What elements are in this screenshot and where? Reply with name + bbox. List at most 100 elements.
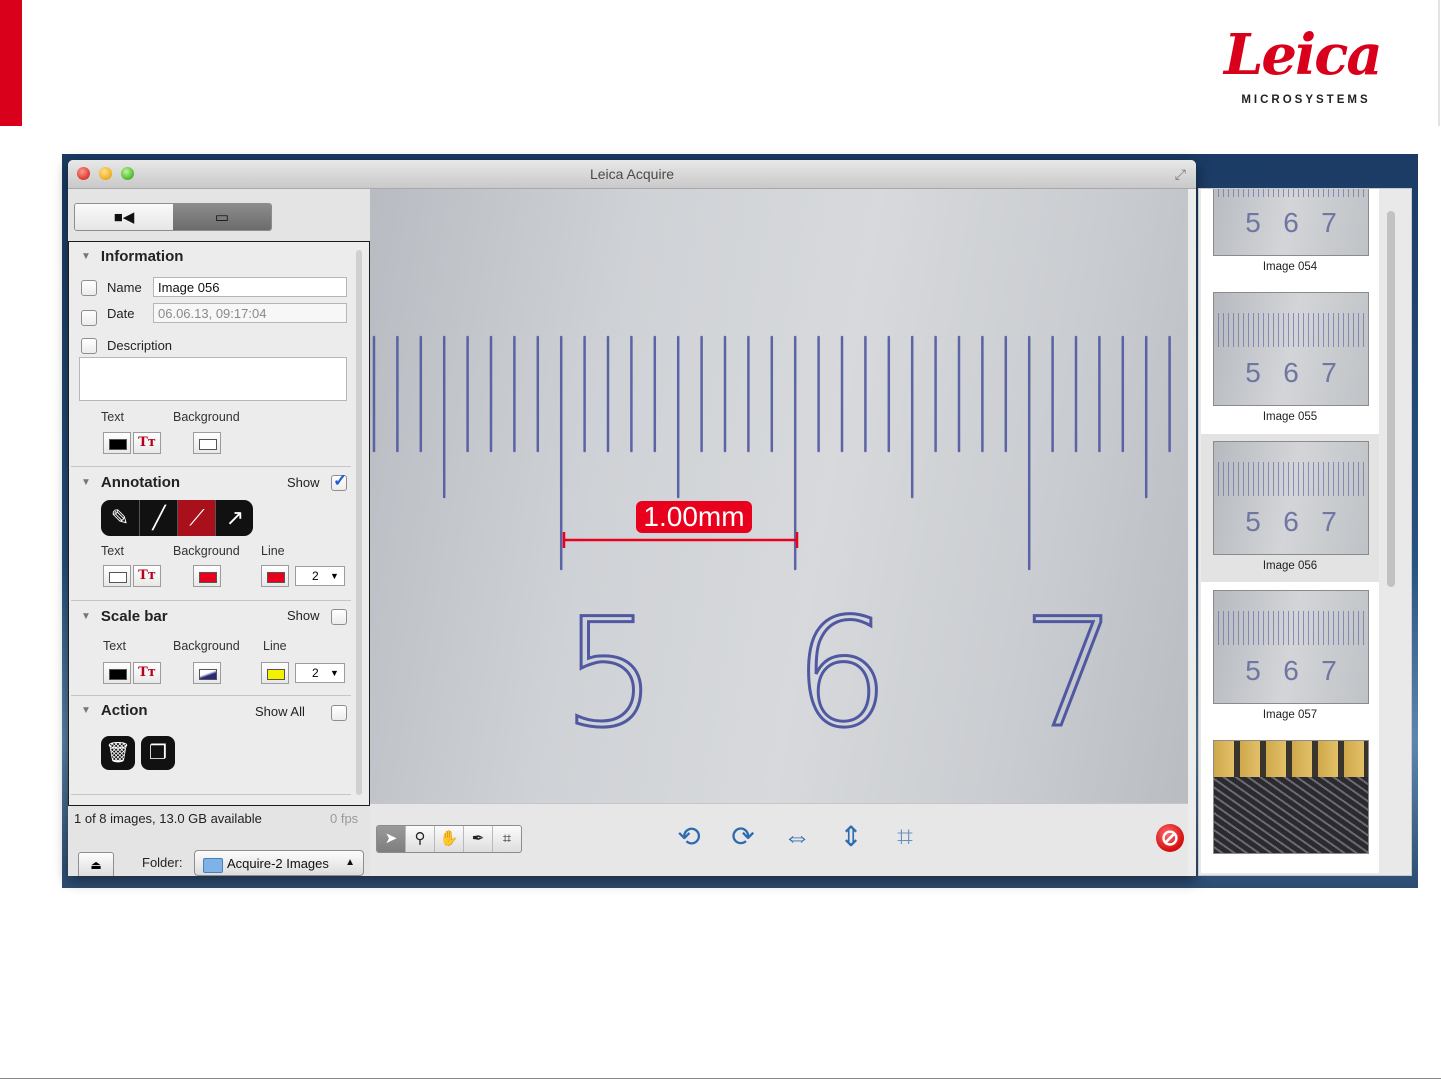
thumbnail-caption: Image 054 [1262,261,1318,273]
title-bar[interactable]: Leica Acquire ⤢ [68,160,1196,189]
view-toolbar: ➤ ⚲ ✋ ✒ ⌗ ⟲ ⟳ ⇔ ⇕ ⌗ ⊘ [370,803,1188,876]
magnifier-icon[interactable]: ⚲ [406,826,435,852]
annotation-background-color[interactable] [193,565,221,587]
description-label: Description [107,338,173,353]
flip-horizontal-icon[interactable]: ⇔ [778,820,816,854]
annotation-text-color[interactable] [103,565,131,587]
inspector-scrollbar[interactable] [356,250,362,795]
divider [71,695,351,696]
info-background-color[interactable] [193,432,221,454]
scale-line-width[interactable]: 2 ▼ [295,663,345,683]
show-all-checkbox[interactable] [331,705,347,721]
disclosure-triangle-icon[interactable]: ▼ [81,251,91,262]
arrow-pointer-icon[interactable]: ➤ [377,826,406,852]
scale-background-color[interactable] [193,662,221,684]
arrow-icon[interactable]: ↗ [215,500,253,536]
thumbnail-item-selected[interactable]: 567 Image 056 [1201,434,1379,582]
scale-bar-show-checkbox[interactable] [331,609,347,625]
annotation-show-checkbox[interactable] [331,471,347,491]
info-background-label: Background [173,410,240,424]
annotation-line-width[interactable]: 2 ▼ [295,566,345,586]
disclosure-triangle-icon[interactable]: ▼ [81,705,91,716]
line-icon[interactable]: ╱ [139,500,178,536]
fps-status: 0 fps [330,811,359,826]
scale-bar-header[interactable]: ▼ Scale bar [81,608,168,625]
description-field[interactable] [79,357,347,401]
ruler-image: 5 6 7 [372,335,1171,763]
fullscreen-arrows-icon[interactable]: ⤢ [1175,166,1186,183]
hand-icon[interactable]: ✋ [435,826,464,852]
annotation-line-color[interactable] [261,565,289,587]
info-text-label: Text [101,410,124,424]
annotation-show-label: Show [287,475,320,490]
trash-icon[interactable]: 🗑 [101,736,135,770]
video-camera-icon[interactable]: ■◀ [75,204,173,230]
divider [71,600,351,601]
thumbnail-image [1213,740,1369,854]
information-title: Information [100,248,184,265]
scale-text-color[interactable] [103,662,131,684]
thumbnail-number: 5 [1245,207,1261,238]
info-text-color[interactable] [103,432,131,454]
name-label: Name [107,280,142,295]
ruler-number-6: 6 [794,587,889,761]
thumbnail-image: 567 [1213,292,1369,406]
thumbnail-item[interactable]: 567 Image 055 [1201,285,1379,433]
crop-image-icon[interactable]: ⌗ [886,820,924,854]
measurement-label[interactable]: 1.00mm [636,501,752,533]
folder-select[interactable]: Acquire-2 Images ▲ [194,850,364,876]
image-viewer[interactable]: 5 6 7 1.00mm [370,189,1188,803]
capture-mode-switch[interactable]: ■◀ ▭ [74,203,272,231]
thumbnail-number: 6 [1283,207,1299,238]
annotation-header[interactable]: ▼ Annotation [81,474,180,491]
annotation-font-button[interactable]: Tт [133,565,161,587]
scale-line-color[interactable] [261,662,289,684]
action-header[interactable]: ▼ Action [81,702,148,719]
thumbnail-item[interactable]: 567 Image 054 [1201,189,1379,283]
scale-bar-title: Scale bar [100,608,168,625]
divider [71,794,351,795]
information-header[interactable]: ▼ Information [81,248,183,265]
disclosure-triangle-icon[interactable]: ▼ [81,477,91,488]
leica-logo: Leica MICROSYSTEMS [1224,20,1383,115]
divider [71,466,351,467]
ruler-number-5: 5 [562,587,657,761]
rotate-left-icon[interactable]: ⟲ [670,820,708,854]
name-field[interactable]: Image 056 [153,277,347,297]
scale-font-button[interactable]: Tт [133,662,161,684]
flip-vertical-icon[interactable]: ⇕ [832,820,870,854]
description-checkbox[interactable] [81,338,97,354]
measurement-line[interactable] [562,532,799,548]
window-title: Leica Acquire [589,166,675,182]
scale-line-label: Line [263,639,287,653]
folder-label: Folder: [142,855,183,870]
eyedropper-icon[interactable]: ✒ [464,826,493,852]
rotate-right-icon[interactable]: ⟳ [724,820,762,854]
info-font-button[interactable]: Tт [133,432,161,454]
crop-icon[interactable]: ⌗ [493,826,521,852]
thumbnail-item[interactable] [1201,733,1379,875]
date-field: 06.06.13, 09:17:04 [153,303,347,323]
thumbnail-number: 6 [1283,357,1299,388]
thumbnail-image: 567 [1213,189,1369,256]
date-label: Date [107,306,135,321]
inspector-panel: ▼ Information Name Image 056 Date 06.06.1… [68,241,370,806]
eject-icon[interactable]: ⏏ [78,852,114,876]
still-image-icon[interactable]: ▭ [173,204,271,230]
copy-icon[interactable]: ❐ [141,736,175,770]
annotation-text-label: Text [101,544,124,558]
measure-icon[interactable]: ⟋ [177,500,216,536]
stop-icon[interactable]: ⊘ [1156,824,1184,852]
date-checkbox[interactable] [81,310,97,326]
chevron-down-icon[interactable]: ▼ [330,567,339,585]
thumbnail-scrollbar[interactable] [1387,211,1395,587]
chevron-down-icon[interactable]: ▼ [330,664,339,682]
annotation-background-label: Background [173,544,240,558]
annotation-tool-group: ✎ ╱ ⟋ ↗ [101,500,253,536]
name-checkbox[interactable] [81,280,97,296]
ruler-number-7: 7 [1022,587,1117,761]
pen-icon[interactable]: ✎ [101,500,139,536]
disclosure-triangle-icon[interactable]: ▼ [81,611,91,622]
thumbnail-list[interactable]: 567 Image 054 567 Image 055 567 Image 05… [1201,189,1379,873]
thumbnail-item[interactable]: 567 Image 057 [1201,583,1379,731]
